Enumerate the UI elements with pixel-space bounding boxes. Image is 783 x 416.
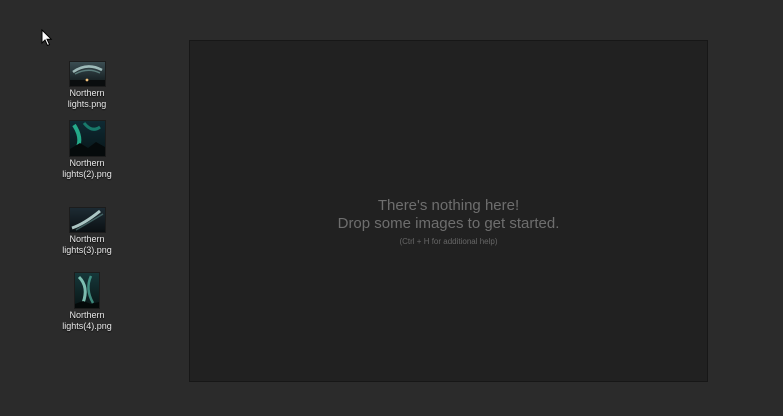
desktop-file-northern-lights-2[interactable]: Northern lights(2).png xyxy=(52,120,122,180)
desktop-file-northern-lights-4[interactable]: Northern lights(4).png xyxy=(52,272,122,332)
image-thumbnail-icon xyxy=(69,62,105,86)
help-shortcut-hint: (Ctrl + H for additional help) xyxy=(399,237,498,246)
thumbnail-container xyxy=(69,196,105,232)
desktop-file-northern-lights-3[interactable]: Northern lights(3).png xyxy=(52,196,122,256)
desktop[interactable]: Northern lights.png Northern lights(2).p… xyxy=(0,0,783,416)
file-name-label: Northern lights(4).png xyxy=(62,310,112,331)
empty-state-instruction: Drop some images to get started. xyxy=(337,215,560,232)
thumbnail-container xyxy=(75,272,99,308)
image-thumbnail-icon xyxy=(69,208,105,232)
mouse-cursor-icon xyxy=(41,29,53,47)
desktop-file-northern-lights[interactable]: Northern lights.png xyxy=(52,50,122,110)
thumbnail-container xyxy=(69,120,105,156)
image-drop-zone[interactable]: There's nothing here! Drop some images t… xyxy=(189,40,708,382)
file-name-label: Northern lights(3).png xyxy=(62,234,112,255)
image-thumbnail-icon xyxy=(75,273,99,308)
thumbnail-container xyxy=(69,50,105,86)
file-name-label: Northern lights.png xyxy=(67,88,107,109)
image-thumbnail-icon xyxy=(69,121,105,156)
file-name-label: Northern lights(2).png xyxy=(62,158,112,179)
empty-state-title: There's nothing here! xyxy=(377,197,520,214)
empty-state-message: There's nothing here! Drop some images t… xyxy=(190,197,707,248)
